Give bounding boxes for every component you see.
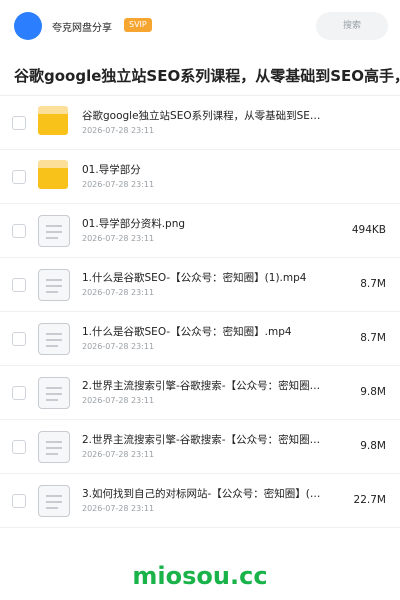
watermark-logo: miosou.cc bbox=[132, 562, 268, 590]
row-checkbox[interactable] bbox=[12, 440, 26, 454]
row-checkbox[interactable] bbox=[12, 332, 26, 346]
file-name[interactable]: 1.什么是谷歌SEO-【公众号：密知圈】.mp4 bbox=[82, 324, 322, 339]
file-name[interactable]: 2.世界主流搜索引擎-谷歌搜索-【公众号：密知圈】(1).mp4 bbox=[82, 378, 322, 393]
file-date: 2026-07-28 23:11 bbox=[82, 396, 155, 405]
file-date: 2026-07-28 23:11 bbox=[82, 288, 155, 297]
footer: miosou.cc bbox=[0, 556, 400, 600]
folder-title-bar: 谷歌google独立站SEO系列课程，从零基础到SEO高手，基 bbox=[0, 54, 400, 96]
file-icon bbox=[38, 377, 70, 409]
file-date: 2026-07-28 23:11 bbox=[82, 234, 155, 243]
app-header: 夸克网盘分享 SVIP 搜索 bbox=[0, 0, 400, 52]
file-name[interactable]: 01.导学部分资料.png bbox=[82, 216, 322, 231]
file-list: 谷歌google独立站SEO系列课程，从零基础到SEO高手，基础 2026-07-… bbox=[0, 96, 400, 528]
row-checkbox[interactable] bbox=[12, 494, 26, 508]
file-icon bbox=[38, 323, 70, 355]
row-checkbox[interactable] bbox=[12, 224, 26, 238]
file-name[interactable]: 01.导学部分 bbox=[82, 162, 322, 177]
file-name[interactable]: 1.什么是谷歌SEO-【公众号：密知圈】(1).mp4 bbox=[82, 270, 322, 285]
folder-icon bbox=[38, 106, 70, 139]
file-size: 494KB bbox=[351, 224, 386, 236]
row-checkbox[interactable] bbox=[12, 116, 26, 130]
row-checkbox[interactable] bbox=[12, 278, 26, 292]
file-size: 9.8M bbox=[360, 386, 386, 398]
file-name[interactable]: 2.世界主流搜索引擎-谷歌搜索-【公众号：密知圈】.mp4 bbox=[82, 432, 322, 447]
file-size: 8.7M bbox=[360, 278, 386, 290]
file-date: 2026-07-28 23:11 bbox=[82, 180, 155, 189]
row-checkbox[interactable] bbox=[12, 170, 26, 184]
file-size: 8.7M bbox=[360, 332, 386, 344]
file-row[interactable]: 2.世界主流搜索引擎-谷歌搜索-【公众号：密知圈】(1).mp4 2026-07-… bbox=[0, 366, 400, 420]
avatar[interactable] bbox=[14, 12, 42, 40]
row-checkbox[interactable] bbox=[12, 386, 26, 400]
file-row[interactable]: 2.世界主流搜索引擎-谷歌搜索-【公众号：密知圈】.mp4 2026-07-28 … bbox=[0, 420, 400, 474]
file-date: 2026-07-28 23:11 bbox=[82, 342, 155, 351]
file-size: 9.8M bbox=[360, 440, 386, 452]
page-title: 谷歌google独立站SEO系列课程，从零基础到SEO高手，基 bbox=[14, 67, 400, 85]
file-icon bbox=[38, 485, 70, 517]
file-row[interactable]: 谷歌google独立站SEO系列课程，从零基础到SEO高手，基础 2026-07-… bbox=[0, 96, 400, 150]
file-icon bbox=[38, 269, 70, 301]
file-name[interactable]: 3.如何找到自己的对标网站-【公众号：密知圈】(1).mp4 bbox=[82, 486, 322, 501]
file-row[interactable]: 1.什么是谷歌SEO-【公众号：密知圈】(1).mp4 2026-07-28 23… bbox=[0, 258, 400, 312]
file-icon bbox=[38, 431, 70, 463]
file-icon bbox=[38, 215, 70, 247]
search-input[interactable]: 搜索 bbox=[316, 12, 388, 40]
file-row[interactable]: 01.导学部分资料.png 2026-07-28 23:11 494KB bbox=[0, 204, 400, 258]
file-row[interactable]: 1.什么是谷歌SEO-【公众号：密知圈】.mp4 2026-07-28 23:11… bbox=[0, 312, 400, 366]
brand-label: 夸克网盘分享 bbox=[52, 23, 112, 34]
file-size: 22.7M bbox=[353, 494, 386, 506]
file-date: 2026-07-28 23:11 bbox=[82, 504, 155, 513]
file-date: 2026-07-28 23:11 bbox=[82, 450, 155, 459]
file-row[interactable]: 01.导学部分 2026-07-28 23:11 bbox=[0, 150, 400, 204]
svip-badge: SVIP bbox=[124, 18, 152, 32]
file-date: 2026-07-28 23:11 bbox=[82, 126, 155, 135]
folder-icon bbox=[38, 160, 70, 193]
file-name[interactable]: 谷歌google独立站SEO系列课程，从零基础到SEO高手，基础 bbox=[82, 108, 322, 123]
file-row[interactable]: 3.如何找到自己的对标网站-【公众号：密知圈】(1).mp4 2026-07-28… bbox=[0, 474, 400, 528]
